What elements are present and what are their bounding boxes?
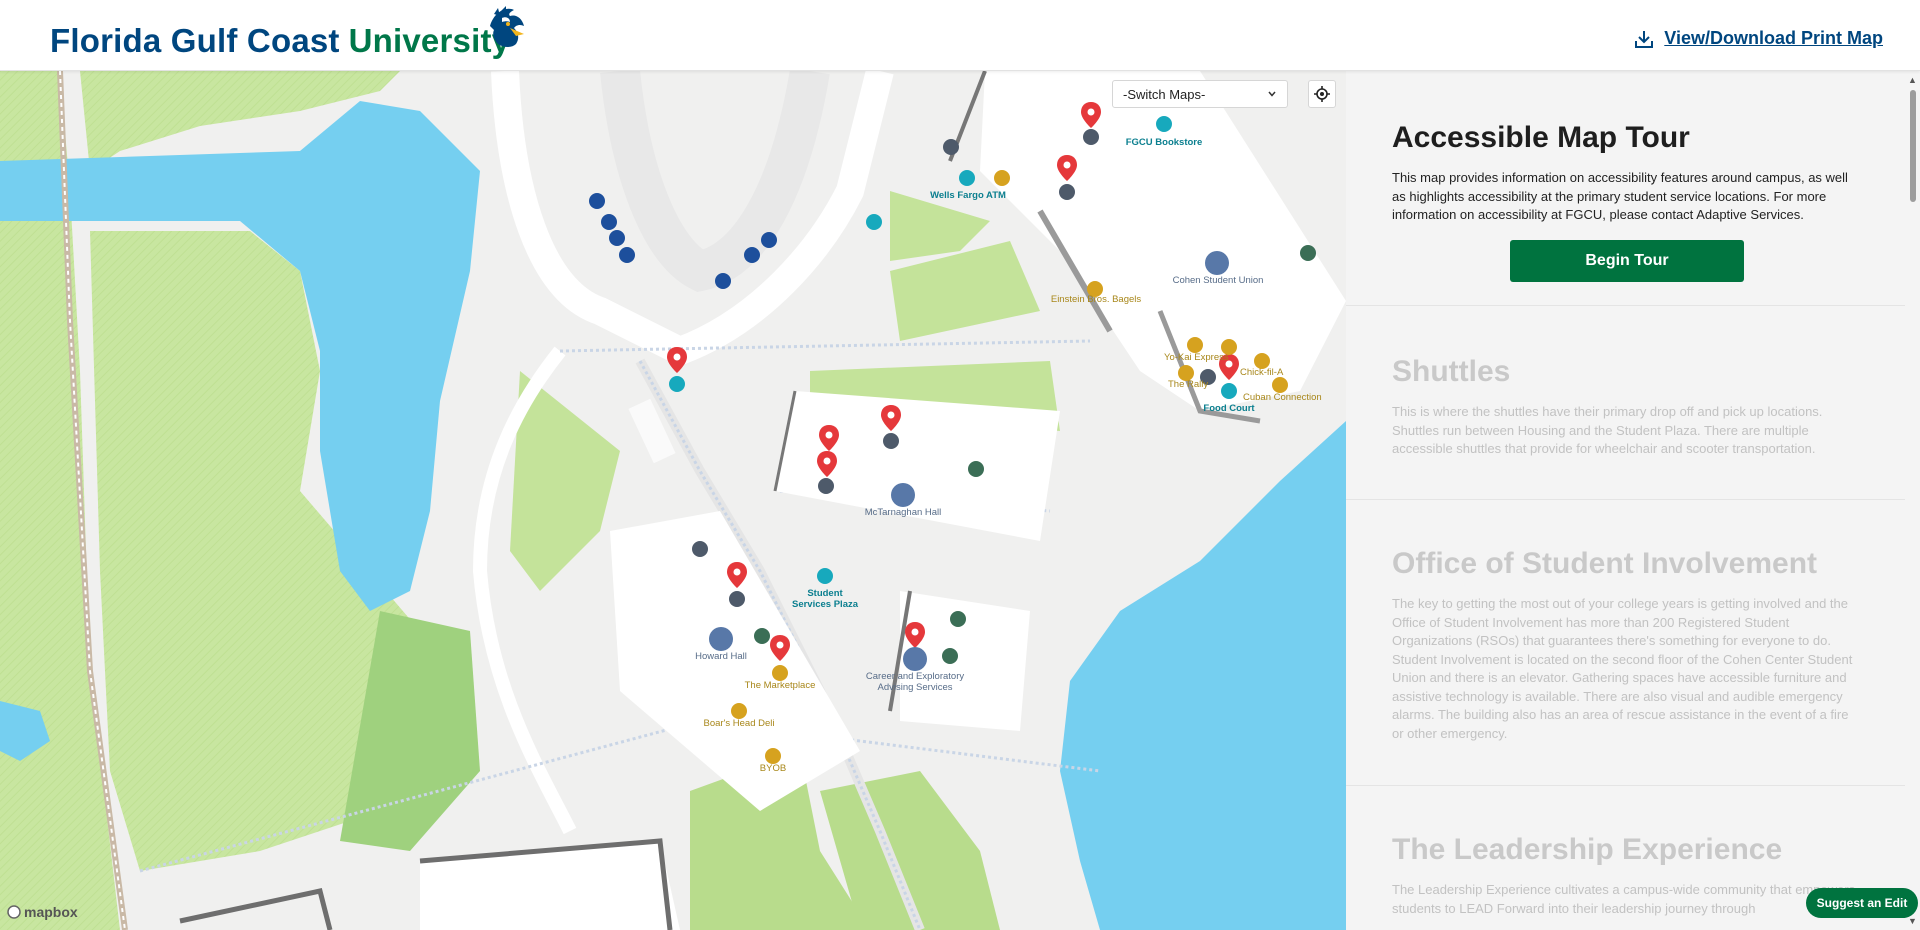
tour-panel: Accessible Map Tour This map provides in…	[1346, 71, 1920, 930]
divider	[1346, 499, 1906, 500]
map-pin-icon[interactable]	[770, 635, 790, 661]
geolocate-button[interactable]	[1308, 80, 1336, 108]
accessibility-icon[interactable]	[942, 648, 958, 664]
map-pin-icon[interactable]	[881, 405, 901, 431]
label-yo-kai: Yo-Kai Express	[1164, 352, 1229, 363]
section-title: Shuttles	[1392, 355, 1511, 388]
chevron-down-icon	[1268, 91, 1276, 97]
label-boars-head-deli: Boar's Head Deli	[703, 718, 775, 729]
divider	[1346, 305, 1906, 306]
building-icon[interactable]	[709, 251, 1229, 671]
map-pin-icon[interactable]	[817, 451, 837, 477]
mapbox-attribution[interactable]: mapbox	[7, 904, 78, 920]
section-student-involvement[interactable]: Office of Student Involvement The key to…	[1346, 547, 1906, 743]
logo-text-primary: Florida Gulf Coast	[50, 22, 340, 59]
label-career-advising-1: Career and Exploratory	[865, 671, 965, 682]
label-chick-fil-a: Chick-fil-A	[1240, 367, 1284, 378]
label-student-services-plaza-1: Student	[807, 588, 843, 599]
scroll-up-icon[interactable]: ▲	[1908, 75, 1917, 85]
suggest-edit-button[interactable]: Suggest an Edit	[1806, 888, 1918, 918]
section-accessible-map-tour: Accessible Map Tour This map provides in…	[1346, 121, 1906, 225]
section-title: Accessible Map Tour	[1392, 121, 1690, 154]
label-student-services-plaza-2: Services Plaza	[791, 599, 859, 610]
begin-tour-button[interactable]: Begin Tour	[1510, 240, 1744, 282]
switch-maps-value: -Switch Maps-	[1123, 86, 1206, 102]
label-mctarnaghan-hall: McTarnaghan Hall	[864, 507, 942, 518]
section-text: The Leadership Experience cultivates a c…	[1392, 882, 1856, 916]
mapbox-label: mapbox	[24, 904, 78, 920]
scroll-down-icon[interactable]: ▼	[1908, 916, 1917, 926]
section-shuttles[interactable]: Shuttles This is where the shuttles have…	[1346, 355, 1906, 459]
mapbox-logo-icon	[7, 905, 21, 919]
panel-scrollbar[interactable]: ▲ ▼	[1905, 73, 1920, 930]
download-icon	[1635, 30, 1654, 48]
map-pin-icon[interactable]	[1057, 155, 1077, 181]
section-text: The key to getting the most out of your …	[1392, 596, 1853, 741]
label-einstein-bros: Einstein Bros. Bagels	[1050, 294, 1142, 305]
switch-maps-select[interactable]: -Switch Maps-	[1112, 80, 1288, 108]
poi-layer	[589, 102, 1316, 764]
crosshair-icon	[1314, 86, 1330, 102]
eagle-mascot-icon	[490, 6, 524, 47]
print-map-label: View/Download Print Map	[1664, 28, 1883, 48]
label-the-rally: The Rally	[1168, 379, 1209, 390]
label-food-court: Food Court	[1203, 403, 1255, 414]
label-howard-hall: Howard Hall	[695, 651, 747, 662]
site-header: Florida Gulf Coast University View/Downl…	[0, 0, 1920, 71]
section-title: Office of Student Involvement	[1392, 547, 1818, 580]
map-pin-icon[interactable]	[727, 562, 747, 588]
label-byob: BYOB	[759, 763, 787, 774]
label-cohen-student-union: Cohen Student Union	[1172, 275, 1264, 286]
dining-icon[interactable]	[731, 170, 1288, 764]
section-text: This map provides information on accessi…	[1392, 170, 1848, 222]
print-map-link[interactable]: View/Download Print Map	[1634, 28, 1883, 49]
fgcu-logo[interactable]: Florida Gulf Coast University	[50, 6, 524, 60]
section-title: The Leadership Experience	[1392, 833, 1783, 866]
label-career-advising-2: Advising Services	[877, 682, 953, 693]
label-the-marketplace: The Marketplace	[744, 680, 816, 691]
label-cuban-connection: Cuban Connection	[1243, 392, 1322, 403]
map-pin-icon[interactable]	[667, 347, 687, 373]
scroll-thumb[interactable]	[1910, 90, 1916, 202]
section-text: This is where the shuttles have their pr…	[1392, 404, 1823, 456]
map-pin-icon[interactable]	[1081, 102, 1101, 128]
map-pin-icon[interactable]	[819, 425, 839, 451]
divider	[1346, 785, 1906, 786]
accessible-parking-icon[interactable]	[589, 193, 777, 289]
campus-map[interactable]: FGCU Bookstore Wells Fargo ATM Einstein …	[0, 71, 1346, 930]
label-fgcu-bookstore: FGCU Bookstore	[1125, 137, 1203, 148]
label-wells-fargo-atm: Wells Fargo ATM	[930, 190, 1006, 201]
restroom-icon[interactable]	[754, 245, 1316, 644]
map-pin-icon[interactable]	[905, 622, 925, 648]
